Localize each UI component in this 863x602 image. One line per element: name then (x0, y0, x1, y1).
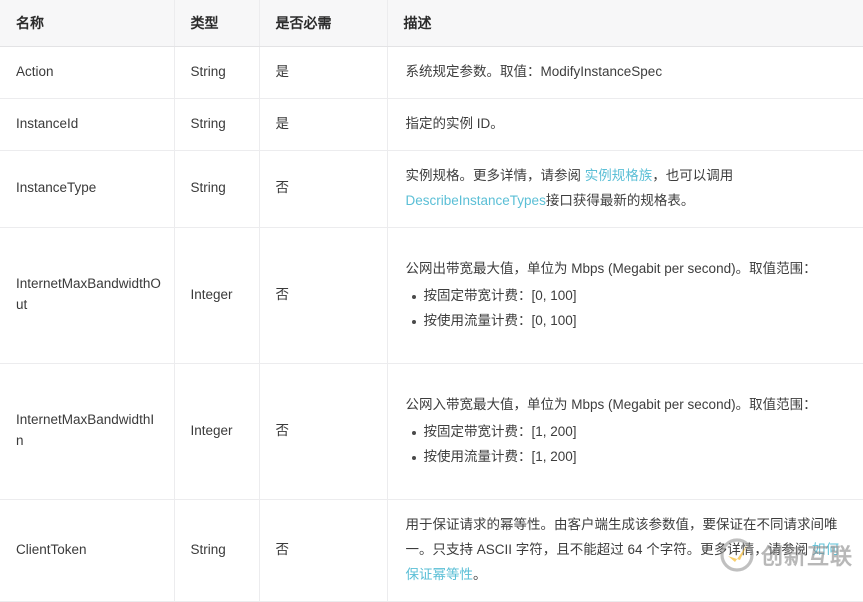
table-row: InternetMaxBandwidthOut Integer 否 公网出带宽最大值，… (0, 227, 863, 364)
table-header: 名称 类型 是否必需 描述 (0, 0, 863, 47)
description-text: 接口获得最新的规格表。 (545, 192, 695, 208)
cell-parameter-required: 否 (259, 227, 388, 364)
cell-parameter-type: String (174, 98, 260, 151)
table-header-row: 名称 类型 是否必需 描述 (0, 0, 863, 47)
list-item: 按固定带宽计费：[0, 100] (411, 284, 846, 309)
description-text: 实例规格。更多详情，请参阅 (405, 167, 585, 183)
cell-parameter-required: 否 (259, 363, 388, 500)
description-link[interactable]: DescribeInstanceTypes (406, 193, 546, 208)
description-paragraph: 指定的实例 ID。 (406, 112, 846, 137)
description-paragraph: 系统规定参数。取值：ModifyInstanceSpec (406, 60, 846, 85)
table-row: InternetMaxBandwidthIn Integer 否 公网入带宽最大值，单… (0, 363, 863, 500)
cell-parameter-type: String (174, 499, 260, 602)
cell-parameter-name: InstanceType (0, 150, 175, 228)
column-header-type: 类型 (174, 0, 260, 47)
description-paragraph: 用于保证请求的幂等性。由客户端生成该参数值，要保证在不同请求间唯一。只支持 AS… (406, 513, 846, 588)
description-text: 指定的实例 ID。 (405, 115, 504, 131)
cell-parameter-description: 实例规格。更多详情，请参阅 实例规格族，也可以调用 DescribeInstan… (387, 150, 863, 228)
table-row: ClientToken String 否用于保证请求的幂等性。由客户端生成该参数值，… (0, 499, 863, 602)
cell-parameter-required: 是 (259, 98, 388, 151)
cell-parameter-name: InstanceId (0, 98, 175, 151)
cell-parameter-required: 是 (259, 46, 388, 99)
list-item: 按使用流量计费：[1, 200] (411, 445, 846, 470)
cell-parameter-type: Integer (174, 363, 260, 500)
cell-parameter-description: 公网入带宽最大值，单位为 Mbps (Megabit per second)。取… (387, 363, 863, 500)
table-row: InstanceId String 是 指定的实例 ID。 (0, 98, 863, 151)
table-row: Action String 是 系统规定参数。取值：ModifyInstanceSpe… (0, 46, 863, 99)
column-header-description: 描述 (387, 0, 863, 47)
cell-parameter-description: 系统规定参数。取值：ModifyInstanceSpec (387, 46, 863, 99)
description-text: ，也可以调用 (652, 167, 734, 183)
table-row: InstanceType String 否实例规格。更多详情，请参阅 实例规格族，也… (0, 150, 863, 228)
list-item: 按固定带宽计费：[1, 200] (411, 420, 846, 445)
list-item: 按使用流量计费：[0, 100] (411, 309, 846, 334)
column-header-required: 是否必需 (259, 0, 388, 47)
cell-parameter-type: String (174, 150, 260, 228)
cell-parameter-name: Action (0, 46, 175, 99)
cell-parameter-type: Integer (174, 227, 260, 364)
cell-parameter-description: 公网出带宽最大值，单位为 Mbps (Megabit per second)。取… (387, 227, 863, 364)
column-header-name: 名称 (0, 0, 175, 47)
description-paragraph: 公网出带宽最大值，单位为 Mbps (Megabit per second)。取… (406, 257, 846, 282)
description-bullet-list: 按固定带宽计费：[1, 200] 按使用流量计费：[1, 200] (406, 420, 846, 470)
table-body: Action String 是系统规定参数。取值：ModifyInstanceSpe… (0, 46, 863, 602)
description-text: 公网出带宽最大值，单位为 Mbps (Megabit per second)。取… (405, 260, 817, 276)
cell-parameter-description: 用于保证请求的幂等性。由客户端生成该参数值，要保证在不同请求间唯一。只支持 AS… (387, 499, 863, 602)
description-text: 公网入带宽最大值，单位为 Mbps (Megabit per second)。取… (405, 396, 817, 412)
cell-parameter-description: 指定的实例 ID。 (387, 98, 863, 151)
api-parameters-table: 名称 类型 是否必需 描述 Action String 是系统规定参数。取值：Mod… (0, 0, 863, 602)
cell-parameter-name: InternetMaxBandwidthOut (0, 227, 175, 364)
cell-parameter-required: 否 (259, 150, 388, 228)
description-bullet-list: 按固定带宽计费：[0, 100] 按使用流量计费：[0, 100] (406, 284, 846, 334)
description-paragraph: 实例规格。更多详情，请参阅 实例规格族，也可以调用 DescribeInstan… (406, 164, 846, 214)
cell-parameter-name: ClientToken (0, 499, 175, 602)
cell-parameter-name: InternetMaxBandwidthIn (0, 363, 175, 500)
cell-parameter-required: 否 (259, 499, 388, 602)
description-text: 系统规定参数。取值：ModifyInstanceSpec (405, 64, 663, 79)
description-paragraph: 公网入带宽最大值，单位为 Mbps (Megabit per second)。取… (406, 393, 846, 418)
description-text: 用于保证请求的幂等性。由客户端生成该参数值，要保证在不同请求间唯一。只支持 AS… (405, 516, 838, 557)
cell-parameter-type: String (174, 46, 260, 99)
description-link[interactable]: 实例规格族 (585, 168, 653, 183)
